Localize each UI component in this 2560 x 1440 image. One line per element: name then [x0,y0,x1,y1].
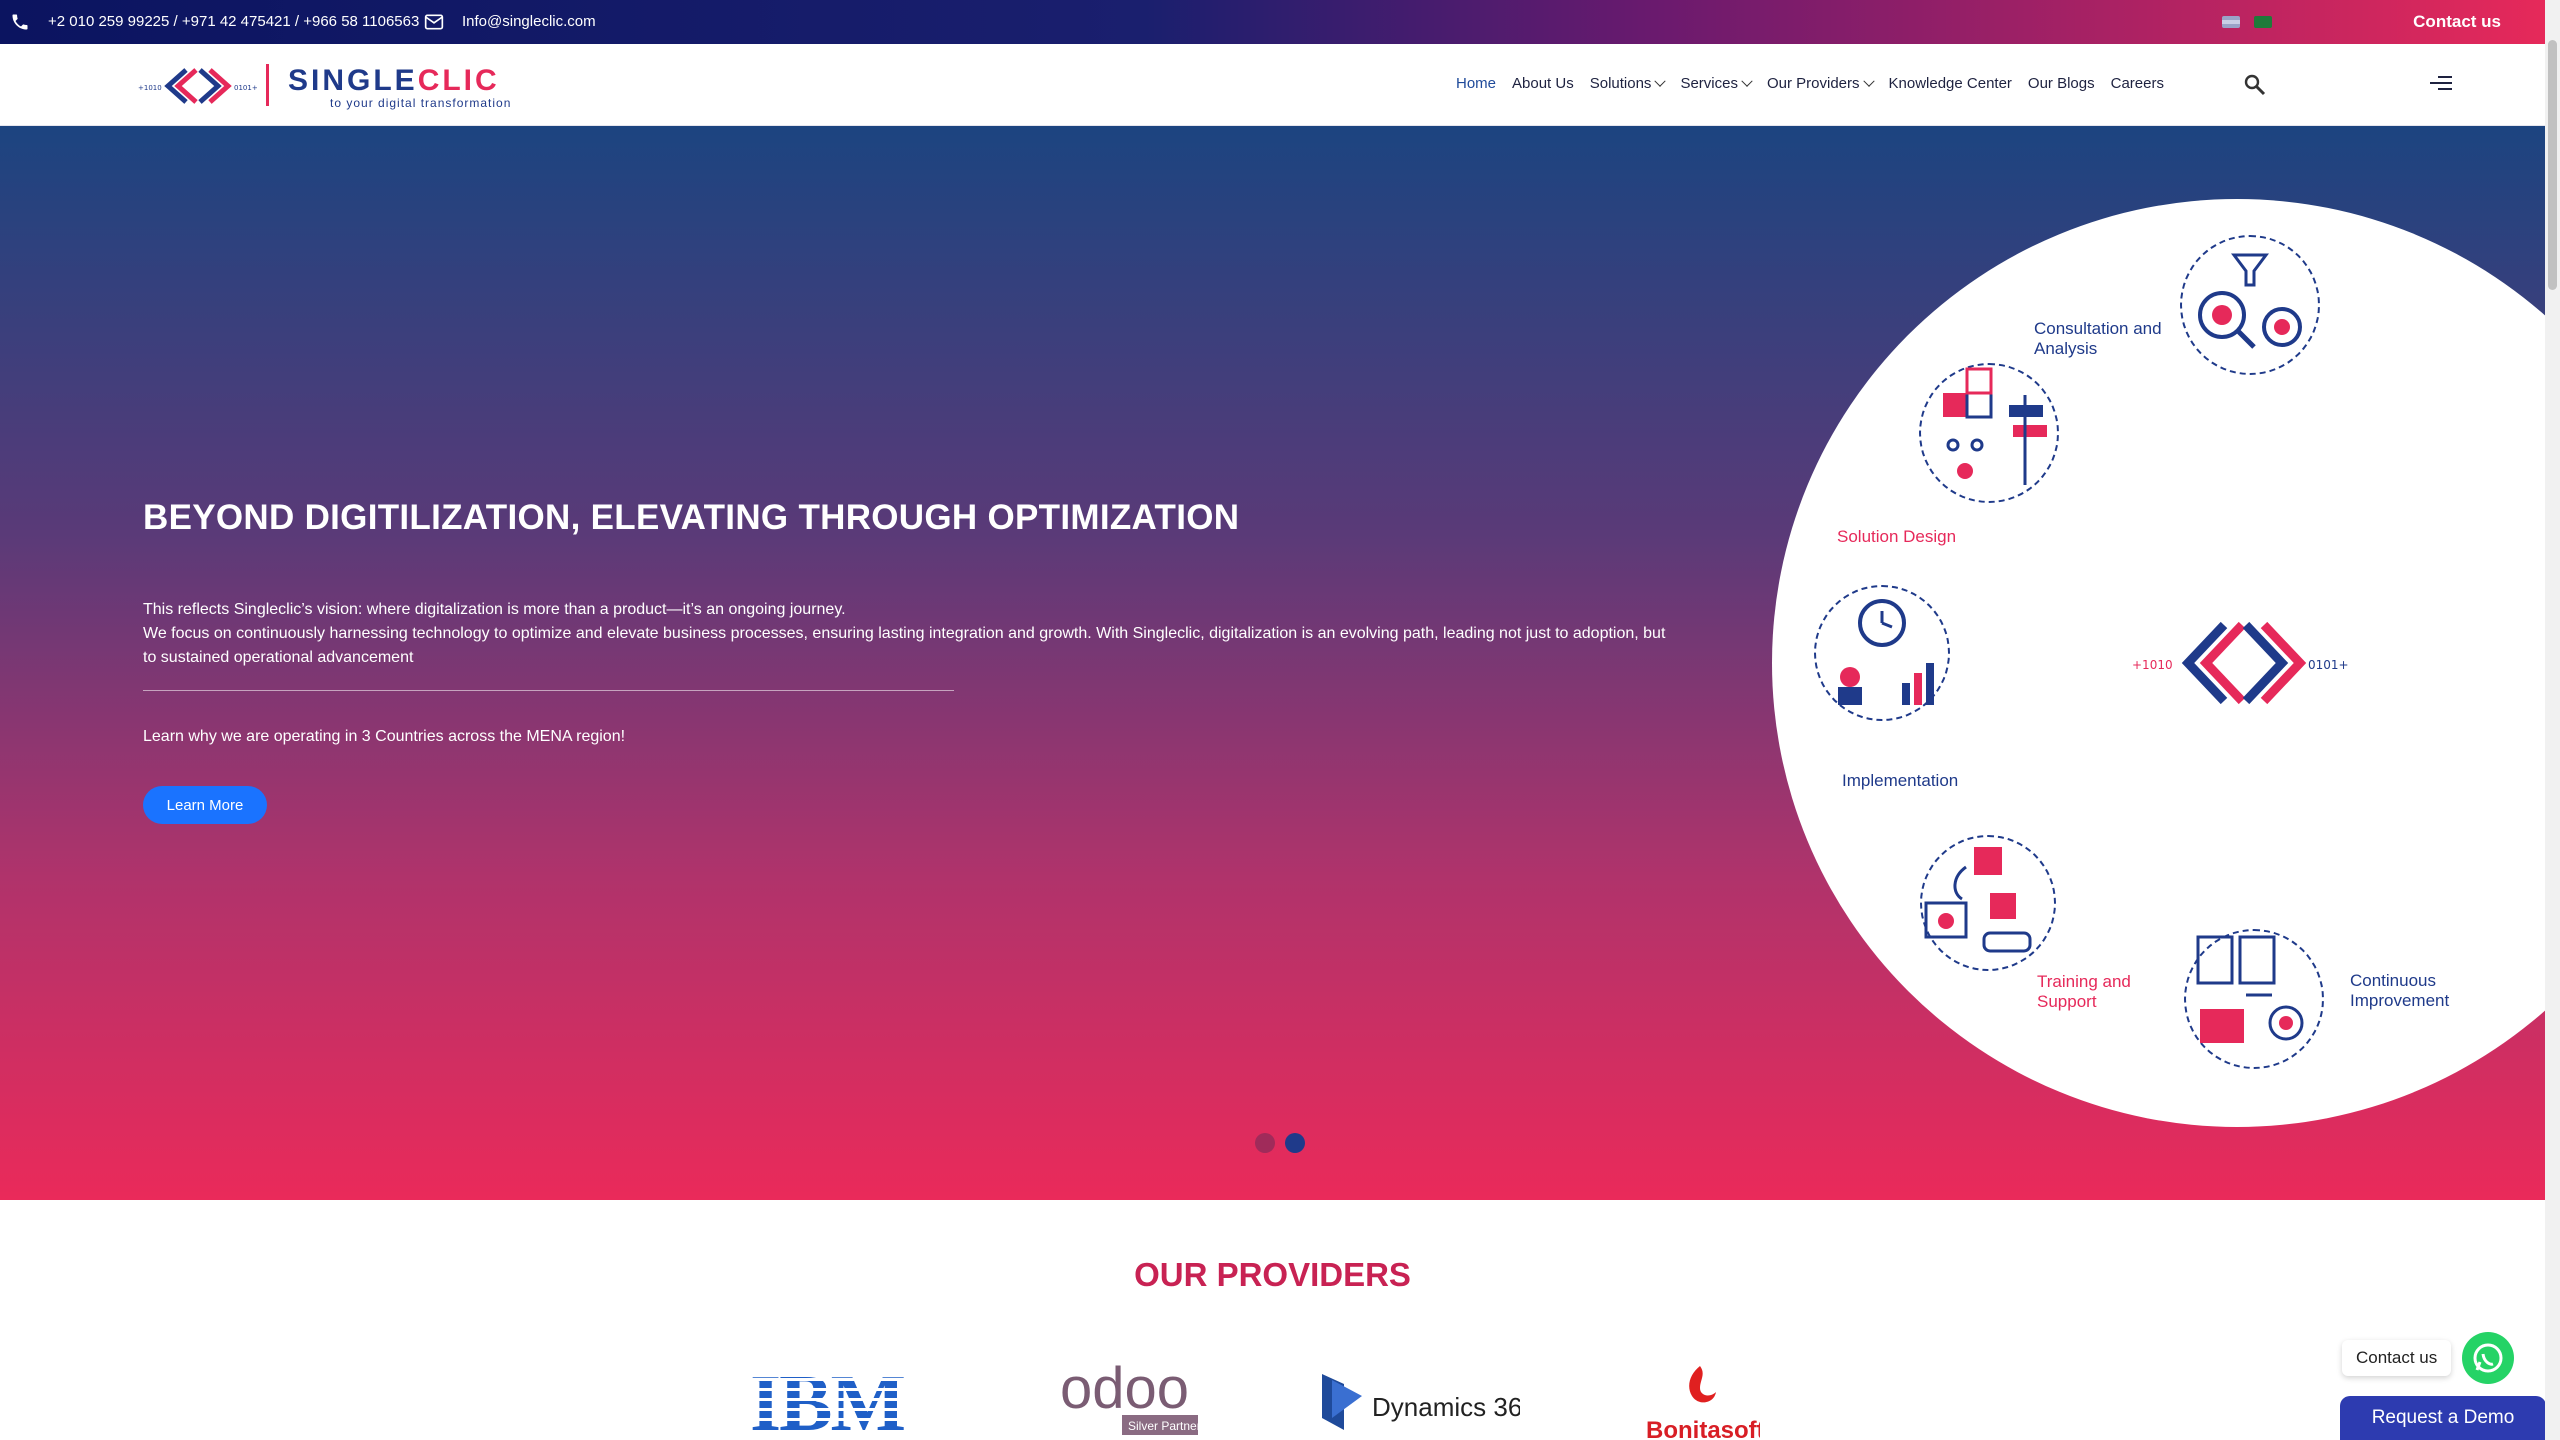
singleclic-logo[interactable]: +1010 0101+ SINGLECLIC to your digital t… [138,62,518,110]
nav-knowledge-center[interactable]: Knowledge Center [1889,75,2012,92]
singleclic-center-logo-icon: +1010 0101+ [2132,621,2349,705]
phone-numbers[interactable]: +2 010 259 99225 / +971 42 475421 / +966… [48,13,419,30]
svg-text:+1010: +1010 [138,84,162,92]
arabic-flag-icon[interactable] [2254,16,2272,28]
hero-divider [143,690,954,691]
page-scrollbar[interactable] [2545,0,2560,1440]
slider-dot-1[interactable] [1255,1133,1275,1153]
dynamics-365-logo[interactable]: Dynamics 365 [1320,1360,1520,1440]
nav-careers[interactable]: Careers [2111,75,2164,92]
learn-more-button[interactable]: Learn More [143,786,267,824]
slider-dot-2[interactable] [1285,1133,1305,1153]
svg-text:0101+: 0101+ [234,84,258,92]
solution-design-label: Solution Design [1837,527,1957,546]
training-support-label: Training and Support [2037,972,2131,1011]
nav-solutions[interactable]: Solutions [1590,75,1667,92]
implementation-icon [1814,585,1950,721]
top-contact-bar: +2 010 259 99225 / +971 42 475421 / +966… [0,0,2545,44]
svg-text:odoo: odoo [1060,1360,1189,1421]
main-navbar: +1010 0101+ SINGLECLIC to your digital t… [0,44,2545,126]
training-support-icon [1920,835,2056,971]
consultation-icon [2180,235,2320,375]
hamburger-menu-icon[interactable] [2430,76,2452,92]
chevron-down-icon [1741,75,1753,87]
nav-menu: Home About Us Solutions Services Our Pro… [1456,75,2164,92]
hero-region-text: Learn why we are operating in 3 Countrie… [143,728,626,745]
phone-icon [12,14,28,30]
logo-divider [266,64,269,106]
nav-services[interactable]: Services [1680,75,1753,92]
continuous-improvement-label: Continuous Improvement [2350,971,2450,1010]
whatsapp-button[interactable] [2462,1332,2514,1384]
slider-pagination [1255,1133,1305,1153]
svg-text:Silver Partner: Silver Partner [1128,1419,1201,1433]
implementation-label: Implementation [1842,771,1959,790]
whatsapp-contact-label[interactable]: Contact us [2342,1340,2452,1376]
svg-text:Bonitasoft: Bonitasoft [1646,1417,1760,1440]
logo-wordmark: SINGLECLIC [288,64,500,97]
email-icon [424,14,444,30]
ibm-logo[interactable]: IBM [750,1360,940,1440]
scrollbar-thumb[interactable] [2548,40,2557,290]
whatsapp-icon [2473,1343,2503,1373]
svg-text:0101+: 0101+ [2308,658,2349,672]
consultation-label: Consultation and Analysis [2034,319,2162,358]
hero-slider: BEYOND DIGITILIZATION, ELEVATING THROUGH… [0,126,2545,1200]
hero-title: BEYOND DIGITILIZATION, ELEVATING THROUGH… [143,498,1240,537]
chevron-down-icon [1862,75,1875,87]
chevron-down-icon [1654,75,1667,87]
nav-about-us[interactable]: About Us [1512,75,1574,92]
providers-title: OUR PROVIDERS [1134,1256,1411,1293]
hero-description: This reflects Singleclic’s vision: where… [143,601,1666,666]
svg-text:Dynamics 365: Dynamics 365 [1372,1392,1520,1422]
continuous-improvement-icon [2184,929,2324,1069]
solution-design-icon [1919,363,2059,503]
email-address[interactable]: Info@singleclic.com [462,13,596,30]
page: +2 010 259 99225 / +971 42 475421 / +966… [0,0,2560,1440]
contact-us-link[interactable]: Contact us [2413,12,2501,32]
nav-our-blogs[interactable]: Our Blogs [2028,75,2095,92]
svg-text:+1010: +1010 [2132,658,2173,672]
search-icon[interactable] [2243,73,2267,97]
logo-mark-icon: +1010 0101+ [138,68,258,104]
request-demo-button[interactable]: Request a Demo [2340,1396,2546,1440]
nav-home[interactable]: Home [1456,75,1496,92]
process-diagram: Consultation and Analysis Solution Desig… [1772,199,2545,1127]
nav-our-providers[interactable]: Our Providers [1767,75,1875,92]
logo-tagline: to your digital transformation [330,96,512,110]
odoo-logo[interactable]: odoo Silver Partner [1060,1360,1210,1440]
english-flag-icon[interactable] [2222,16,2240,28]
bonitasoft-logo[interactable]: Bonitasoft [1640,1360,1760,1440]
